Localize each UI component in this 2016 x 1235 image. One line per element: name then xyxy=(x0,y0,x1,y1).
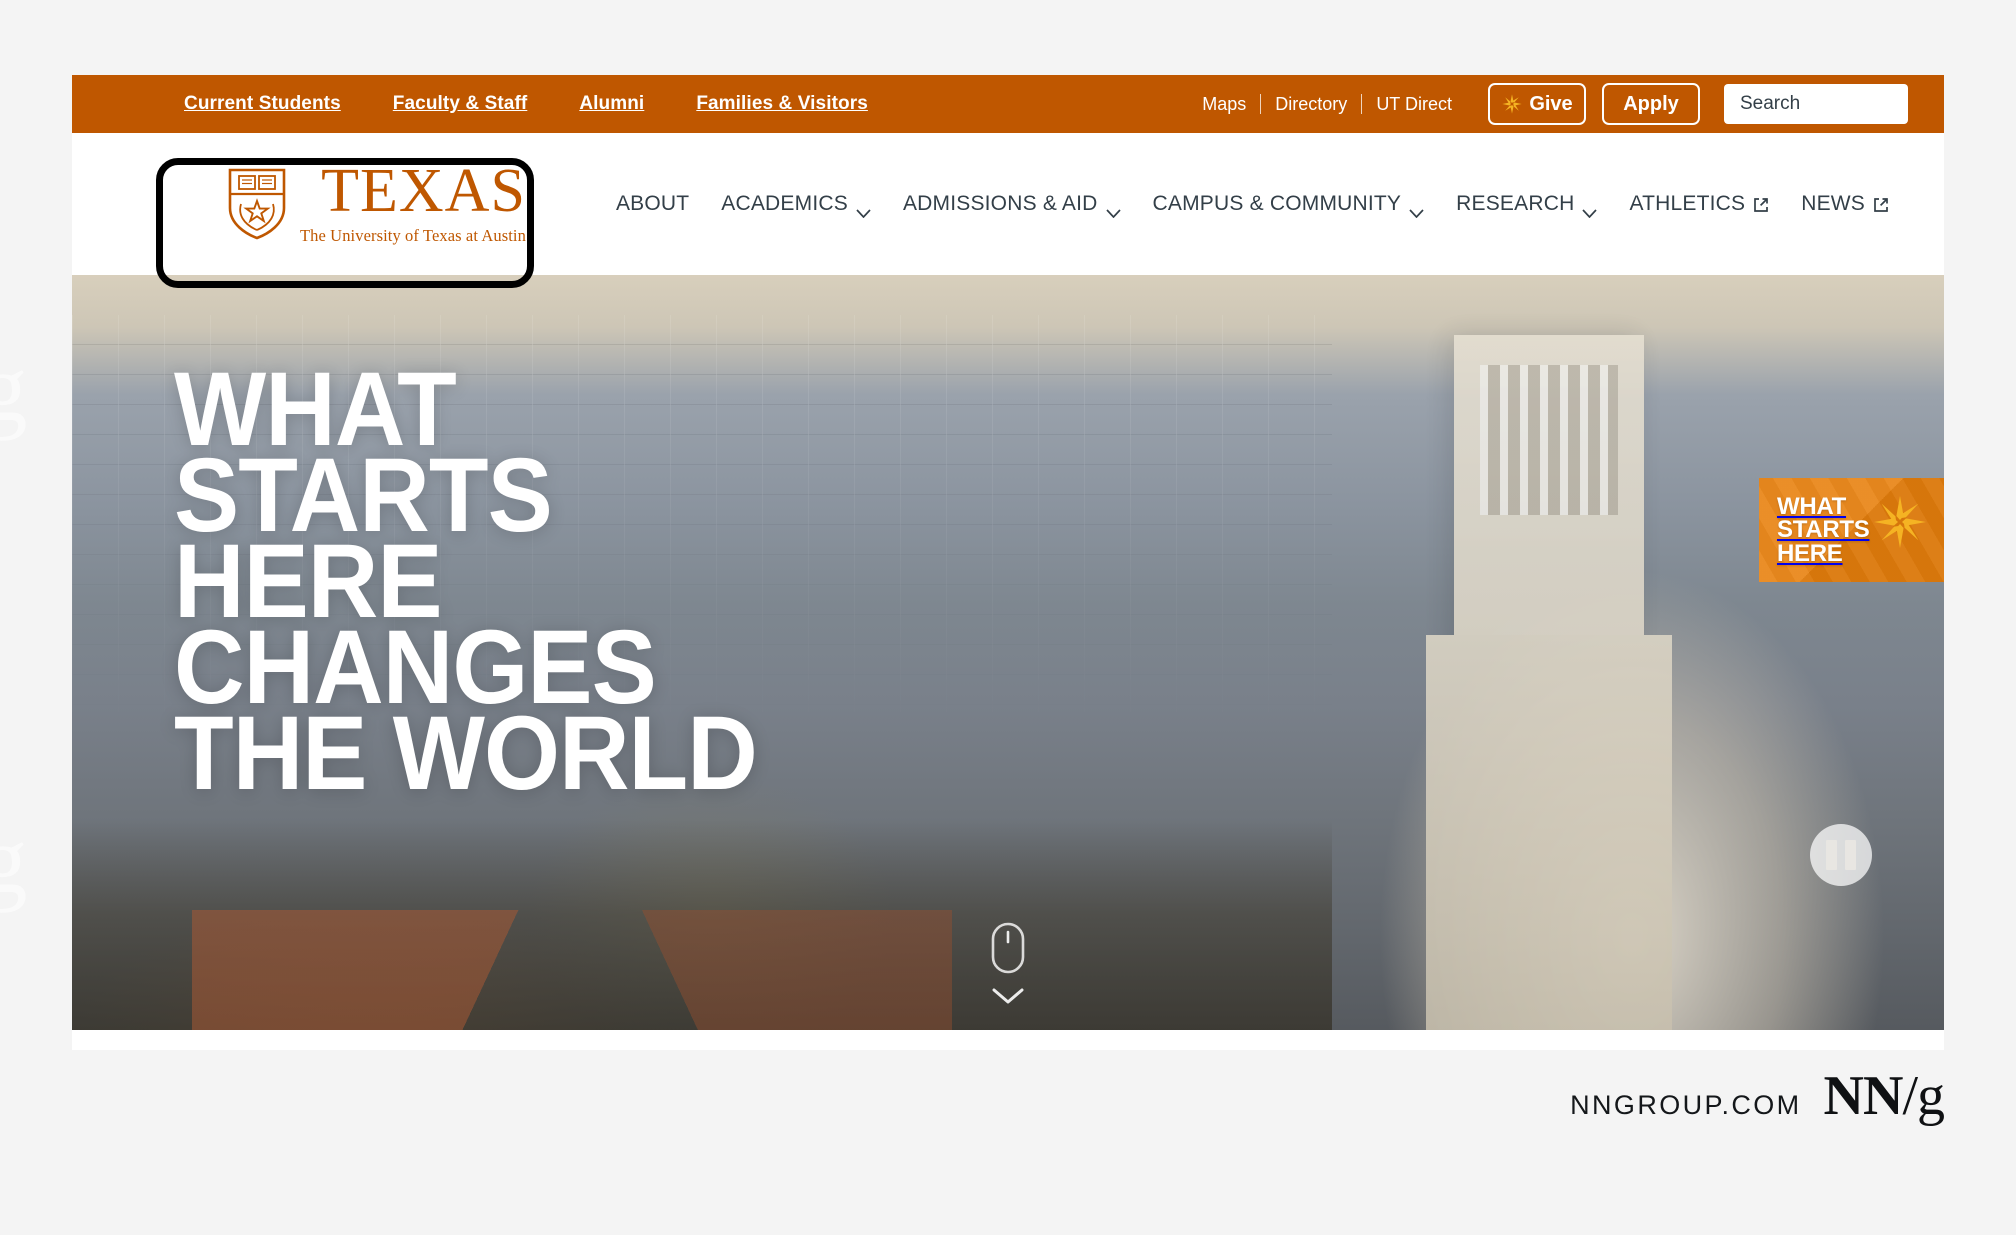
nav-item-about[interactable]: ABOUT xyxy=(600,182,705,226)
nng-logo: NN/g xyxy=(1823,1065,1945,1127)
mouse-scroll-icon xyxy=(991,922,1025,979)
what-starts-here-badge-text: WHAT STARTS HERE xyxy=(1777,493,1870,567)
nav-label-research: RESEARCH xyxy=(1456,192,1575,215)
utility-bar: Current Students Faculty & Staff Alumni … xyxy=(72,75,1944,133)
chevron-down-icon xyxy=(1105,200,1121,218)
badge-line: WHAT xyxy=(1777,493,1846,521)
audience-nav: Current Students Faculty & Staff Alumni … xyxy=(184,93,868,115)
nav-label-academics: ACADEMICS xyxy=(721,192,848,215)
scroll-down-cue[interactable] xyxy=(980,922,1036,1010)
nng-logo-g: g xyxy=(1917,1065,1945,1127)
utility-link-maps[interactable]: Maps xyxy=(1188,94,1260,115)
nng-watermark: NN/g xyxy=(0,334,27,441)
hero-headline-line: THE WORLD xyxy=(174,695,758,813)
utility-link-directory[interactable]: Directory xyxy=(1261,94,1361,115)
logo-texas-text: TEXAS xyxy=(321,156,526,225)
search-box xyxy=(1724,84,1944,124)
site-header: TEXAS The University of Texas at Austin … xyxy=(72,133,1944,288)
utility-link-ut-direct[interactable]: UT Direct xyxy=(1362,94,1466,115)
nng-watermark: NN/g xyxy=(0,806,27,913)
nav-label-campus-community: CAMPUS & COMMUNITY xyxy=(1152,192,1402,215)
nng-footer-branding: NNGROUP.COM NN/g xyxy=(1570,1065,1945,1127)
ut-shield-icon xyxy=(228,168,286,240)
external-link-icon xyxy=(1873,195,1889,212)
badge-line: STARTS xyxy=(1777,516,1870,544)
nav-label-about: ABOUT xyxy=(615,192,690,215)
utility-link-current-students[interactable]: Current Students xyxy=(184,93,341,115)
spark-icon xyxy=(1872,494,1928,550)
nng-logo-slash: / xyxy=(1902,1065,1918,1127)
nav-item-news[interactable]: NEWS xyxy=(1785,182,1905,226)
utility-link-families-visitors[interactable]: Families & Visitors xyxy=(696,93,868,115)
nng-logo-nn: NN xyxy=(1823,1065,1904,1127)
external-link-icon xyxy=(1753,195,1769,212)
pause-button[interactable] xyxy=(1810,824,1872,886)
nav-item-campus-community[interactable]: CAMPUS & COMMUNITY xyxy=(1137,182,1441,226)
spark-icon xyxy=(1501,93,1523,115)
nngroup-url-text: NNGROUP.COM xyxy=(1570,1090,1802,1120)
utility-link-faculty-staff[interactable]: Faculty & Staff xyxy=(393,93,528,115)
hero-video-section: WHAT STARTS HERE CHANGES THE WORLD WHAT … xyxy=(72,275,1944,1030)
nav-item-academics[interactable]: ACADEMICS xyxy=(705,182,887,226)
apply-button-label: Apply xyxy=(1623,92,1679,115)
nav-label-news: NEWS xyxy=(1801,192,1866,215)
nav-item-athletics[interactable]: ATHLETICS xyxy=(1613,182,1785,226)
rooftops-decoration xyxy=(192,910,952,1030)
pause-icon xyxy=(1845,840,1856,870)
nav-item-research[interactable]: RESEARCH xyxy=(1440,182,1613,226)
pause-icon xyxy=(1826,840,1837,870)
chevron-down-icon xyxy=(1582,200,1598,218)
search-input[interactable] xyxy=(1740,93,1944,115)
nav-item-admissions-aid[interactable]: ADMISSIONS & AID xyxy=(887,182,1137,226)
chevron-down-icon xyxy=(1409,200,1424,218)
badge-line: HERE xyxy=(1777,539,1843,567)
hero-headline: WHAT STARTS HERE CHANGES THE WORLD xyxy=(174,357,758,813)
ut-tower-decoration xyxy=(1426,335,1672,1030)
chevron-down-icon xyxy=(991,987,1025,1010)
utility-right-group: Maps Directory UT Direct Give Apply Sear… xyxy=(1188,83,1944,125)
utility-quick-links: Maps Directory UT Direct xyxy=(1188,94,1466,115)
logo-wordmark: TEXAS The University of Texas at Austin xyxy=(300,156,526,247)
what-starts-here-badge[interactable]: WHAT STARTS HERE xyxy=(1759,478,1944,582)
nav-label-athletics: ATHLETICS xyxy=(1629,192,1746,215)
give-button[interactable]: Give xyxy=(1488,83,1586,125)
apply-button[interactable]: Apply xyxy=(1602,83,1700,125)
chevron-down-icon xyxy=(856,200,871,218)
utility-link-alumni[interactable]: Alumni xyxy=(579,93,644,115)
logo-tagline: The University of Texas at Austin xyxy=(300,226,526,246)
main-navigation: ABOUT ACADEMICS ADMISSIONS & AID CAMPUS … xyxy=(600,182,1905,226)
nav-label-admissions-aid: ADMISSIONS & AID xyxy=(902,192,1098,215)
ut-austin-homepage: Current Students Faculty & Staff Alumni … xyxy=(72,75,1944,1050)
site-logo[interactable]: TEXAS The University of Texas at Austin xyxy=(228,156,526,247)
give-button-label: Give xyxy=(1529,92,1573,115)
